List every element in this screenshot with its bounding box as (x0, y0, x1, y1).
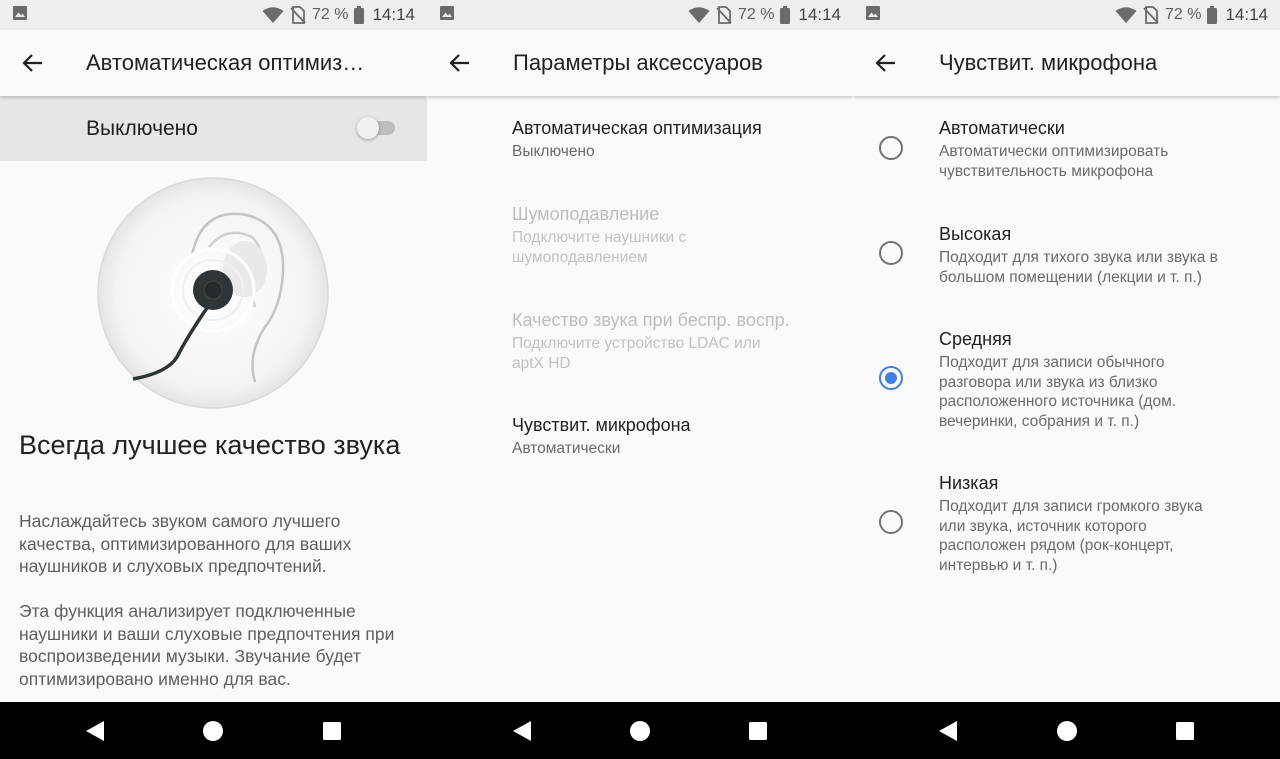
back-icon[interactable] (936, 719, 960, 743)
option-title: Высокая (939, 224, 1012, 244)
master-toggle-row[interactable]: Выключено (0, 96, 427, 161)
back-icon[interactable] (83, 719, 107, 743)
feature-description-2: Эта функция анализирует подключенные нау… (19, 601, 395, 689)
screen-accessory-settings: 72 % 14:14 Параметры аксессуаров Автомат… (427, 0, 853, 702)
system-navigation-bar (0, 702, 1280, 759)
image-icon (439, 5, 455, 26)
recents-icon[interactable] (746, 719, 770, 743)
wifi-icon (262, 6, 284, 24)
recents-icon[interactable] (1173, 719, 1197, 743)
recents-icon[interactable] (320, 719, 344, 743)
battery-percent: 72 % (1164, 6, 1202, 23)
option-summary: Подходит для тихого звука или звука в бо… (939, 249, 1218, 286)
radio-button[interactable] (879, 241, 903, 265)
pref-summary: Подключите устройство LDAC или aptX HD (512, 335, 761, 372)
pref-summary: Подключите наушники с шумоподавлением (512, 229, 687, 266)
option-summary: Автоматически оптимизировать чувствитель… (939, 143, 1169, 180)
feature-description-1: Наслаждайтесь звуком самого лучшего каче… (19, 511, 352, 576)
battery-percent: 72 % (311, 6, 349, 23)
app-bar: Автоматическая оптимиз… (0, 30, 427, 96)
radio-button-checked[interactable] (879, 366, 903, 390)
toggle-switch[interactable] (357, 117, 395, 139)
wifi-icon (1115, 6, 1137, 24)
battery-icon (1207, 6, 1218, 24)
page-title: Чувствит. микрофона (939, 50, 1158, 75)
image-icon (865, 5, 881, 26)
pref-title: Шумоподавление (512, 204, 660, 224)
pref-title: Качество звука при беспр. воспр. (512, 310, 790, 330)
clock: 14:14 (372, 5, 415, 24)
pref-title: Автоматическая оптимизация (512, 118, 762, 138)
status-bar: 72 % 14:14 (0, 0, 427, 30)
page-title: Автоматическая оптимиз… (86, 50, 365, 75)
status-bar: 72 % 14:14 (427, 0, 853, 30)
battery-percent: 72 % (737, 6, 775, 23)
pref-summary: Автоматически (512, 440, 621, 457)
toggle-label: Выключено (86, 116, 198, 140)
pref-noise-cancelling: Шумоподавление Подключите наушники с шум… (512, 203, 722, 267)
home-icon[interactable] (201, 719, 225, 743)
battery-icon (354, 6, 365, 24)
clock: 14:14 (1225, 5, 1268, 24)
home-icon[interactable] (628, 719, 652, 743)
pref-auto-optimization[interactable]: Автоматическая оптимизация Выключено (512, 117, 842, 162)
pref-summary: Выключено (512, 143, 595, 160)
option-summary: Подходит для записи обычного разговора и… (939, 354, 1177, 430)
page-title: Параметры аксессуаров (513, 50, 763, 75)
option-summary: Подходит для записи громкого звука или з… (939, 498, 1203, 574)
earphone-illustration (97, 177, 329, 409)
wifi-icon (688, 6, 710, 24)
battery-icon (780, 6, 791, 24)
feature-headline: Всегда лучшее качество звука (19, 430, 401, 460)
back-arrow-icon[interactable] (853, 30, 919, 96)
screen-mic-sensitivity: 72 % 14:14 Чувствит. микрофона Автоматич… (853, 0, 1280, 702)
app-bar: Чувствит. микрофона (853, 30, 1280, 96)
no-sim-icon (716, 6, 732, 24)
clock: 14:14 (798, 5, 841, 24)
option-title: Средняя (939, 329, 1012, 349)
back-icon[interactable] (510, 719, 534, 743)
back-arrow-icon[interactable] (427, 30, 493, 96)
screens: 72 % 14:14 Автоматическая оптимиз… Выклю… (0, 0, 1280, 702)
app-bar: Параметры аксессуаров (427, 30, 853, 96)
pref-wireless-sound-quality: Качество звука при беспр. воспр. Подключ… (512, 309, 822, 373)
no-sim-icon (290, 6, 306, 24)
screen-auto-optimization: 72 % 14:14 Автоматическая оптимиз… Выклю… (0, 0, 427, 702)
image-icon (12, 5, 28, 26)
option-title: Низкая (939, 473, 999, 493)
no-sim-icon (1143, 6, 1159, 24)
radio-button[interactable] (879, 136, 903, 160)
pref-title: Чувствит. микрофона (512, 415, 691, 435)
option-title: Автоматически (939, 118, 1065, 138)
back-arrow-icon[interactable] (0, 30, 66, 96)
home-icon[interactable] (1055, 719, 1079, 743)
status-bar: 72 % 14:14 (853, 0, 1280, 30)
radio-button[interactable] (879, 510, 903, 534)
pref-mic-sensitivity[interactable]: Чувствит. микрофона Автоматически (512, 414, 842, 459)
